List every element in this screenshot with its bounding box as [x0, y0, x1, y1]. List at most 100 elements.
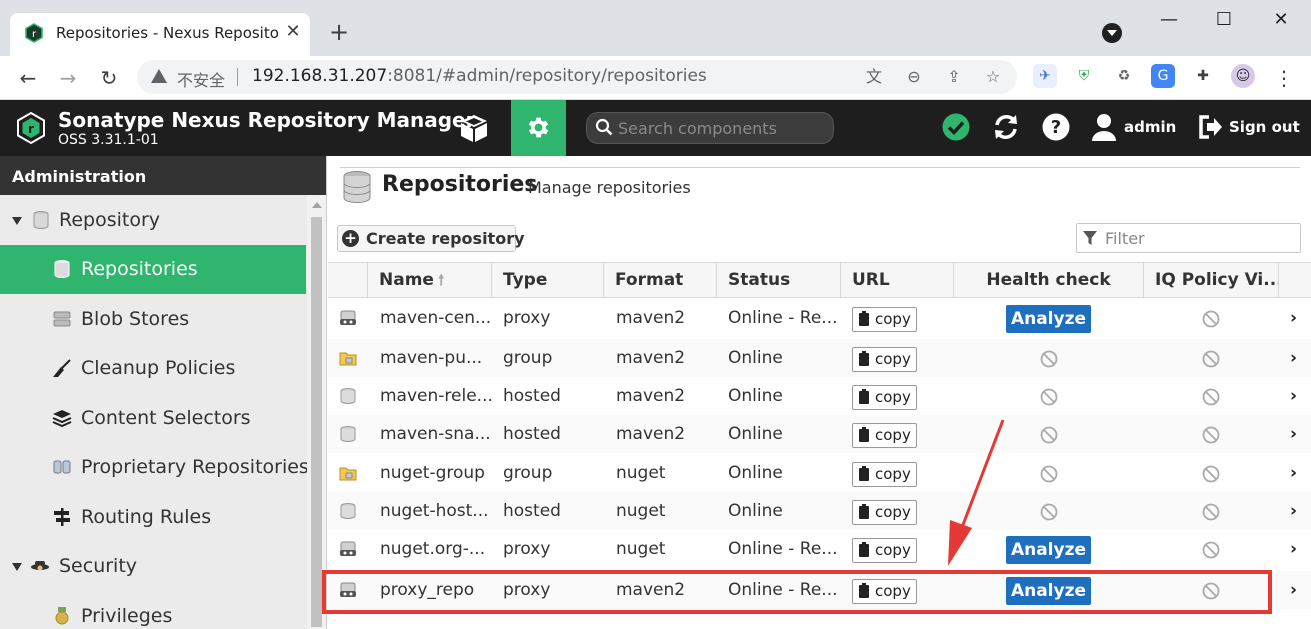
extensions-puzzle-icon[interactable]: ✚: [1191, 64, 1215, 88]
sidebar-item-cleanup-policies[interactable]: Cleanup Policies: [0, 344, 306, 393]
copy-url-button[interactable]: copy: [852, 500, 917, 525]
sidebar-item-repositories[interactable]: Repositories: [0, 245, 306, 294]
component-search-input[interactable]: Search components: [586, 112, 834, 144]
sidebar-item-label: Repository: [59, 209, 161, 231]
not-available-icon: [1202, 388, 1220, 406]
admin-gear-button[interactable]: [511, 100, 566, 156]
table-row[interactable]: maven-pu... group maven2 Online copy ›: [328, 339, 1311, 377]
share-icon[interactable]: ⇪: [943, 66, 965, 88]
tab-close-icon[interactable]: ✕: [282, 21, 304, 43]
column-header-health-check[interactable]: Health check: [954, 263, 1144, 298]
analyze-button[interactable]: Analyze: [1006, 536, 1091, 564]
copy-url-button[interactable]: copy: [852, 538, 917, 563]
scroll-up-arrow-icon[interactable]: [312, 202, 322, 208]
column-header-type[interactable]: Type: [492, 263, 604, 298]
column-header-name[interactable]: Name 🠕: [368, 263, 492, 298]
clipboard-icon: [859, 542, 869, 557]
create-repository-button[interactable]: + Create repository: [337, 225, 525, 252]
browse-cube-icon[interactable]: [455, 112, 493, 144]
filter-input[interactable]: Filter: [1076, 223, 1301, 253]
translate-icon[interactable]: 文: [863, 66, 885, 88]
warning-icon[interactable]: [151, 69, 167, 83]
address-bar[interactable]: 不安全 192.168.31.207:8081/#admin/repositor…: [137, 60, 1017, 94]
chevron-right-icon[interactable]: ›: [1290, 424, 1297, 444]
sidebar-item-proprietary-repositories[interactable]: Proprietary Repositories: [0, 443, 309, 492]
chevron-right-icon[interactable]: ›: [1290, 308, 1297, 328]
svg-text:?: ?: [1051, 117, 1061, 138]
scrollbar-thumb[interactable]: [311, 217, 322, 627]
table-row[interactable]: maven-cen... proxy maven2 Online - Re... cop…: [328, 299, 1311, 337]
repo-type: proxy: [503, 308, 551, 328]
chevron-right-icon[interactable]: ›: [1290, 348, 1297, 368]
copy-url-button[interactable]: copy: [852, 307, 917, 332]
extension-translate-icon[interactable]: G: [1151, 64, 1175, 88]
sidebar-item-content-selectors[interactable]: Content Selectors: [0, 394, 306, 443]
bookmark-star-icon[interactable]: ☆: [982, 66, 1004, 88]
expand-caret-icon[interactable]: [12, 217, 22, 225]
profile-avatar-icon[interactable]: ☺: [1231, 64, 1255, 88]
chevron-right-icon[interactable]: ›: [1290, 386, 1297, 406]
browser-menu-icon[interactable]: ⋮: [1270, 64, 1298, 92]
chevron-right-icon[interactable]: ›: [1290, 539, 1297, 559]
extension-recycle-icon[interactable]: ♻: [1112, 64, 1136, 88]
sidebar-item-routing-rules[interactable]: Routing Rules: [0, 493, 306, 542]
sidebar-item-label: Blob Stores: [81, 308, 190, 330]
table-row[interactable]: nuget-group group nuget Online copy ›: [328, 454, 1311, 492]
insecure-label[interactable]: 不安全: [177, 67, 225, 91]
column-header-status[interactable]: Status: [717, 263, 841, 298]
browser-tab[interactable]: r Repositories - Nexus Repository Manage…: [10, 13, 310, 56]
omnibox-separator: [237, 68, 238, 86]
zoom-icon[interactable]: ⊖: [903, 66, 925, 88]
table-row[interactable]: nuget.org-... proxy nuget Online - Re... cop…: [328, 530, 1311, 568]
table-row[interactable]: nuget-host... hosted nuget Online copy ›: [328, 492, 1311, 530]
copy-url-button[interactable]: copy: [852, 423, 917, 448]
chevron-right-icon[interactable]: ›: [1290, 463, 1297, 483]
sort-ascending-icon[interactable]: 🠕: [438, 271, 444, 289]
extension-bird-icon[interactable]: ✈: [1033, 64, 1057, 88]
column-header-iq-policy[interactable]: IQ Policy Vi...: [1144, 263, 1279, 298]
grid-header: Name 🠕 Type Format Status URL Health chec…: [328, 262, 1311, 298]
sidebar-section-security[interactable]: Security: [0, 542, 306, 591]
column-header-format[interactable]: Format: [604, 263, 717, 298]
new-tab-icon[interactable]: +: [326, 19, 352, 45]
window-close-icon[interactable]: ✕: [1266, 6, 1296, 34]
sidebar-item-label: Privileges: [81, 605, 173, 627]
sidebar-item-privileges[interactable]: Privileges: [0, 592, 306, 629]
repo-name: maven-cen...: [380, 308, 492, 328]
server-icon: [53, 311, 71, 327]
maximize-icon[interactable]: ☐: [1209, 6, 1239, 34]
url-host: 192.168.31.207: [252, 66, 388, 86]
sidebar-section-repository[interactable]: Repository: [0, 196, 306, 245]
sign-out-link[interactable]: Sign out: [1229, 118, 1300, 136]
expand-caret-icon[interactable]: [12, 563, 22, 571]
sidebar-scrollbar[interactable]: [307, 195, 326, 629]
url-text[interactable]: 192.168.31.207:8081/#admin/repository/re…: [252, 66, 707, 86]
analyze-button[interactable]: Analyze: [1006, 305, 1091, 333]
table-row[interactable]: maven-rele... hosted maven2 Online copy ›: [328, 377, 1311, 415]
chevron-right-icon[interactable]: ›: [1290, 501, 1297, 521]
extension-shield-icon[interactable]: ⛨: [1072, 64, 1096, 88]
system-status-check-icon[interactable]: [941, 112, 971, 142]
nexus-header: r Sonatype Nexus Repository Manager OSS …: [0, 100, 1311, 156]
help-icon[interactable]: ?: [1041, 112, 1071, 142]
user-icon[interactable]: [1090, 112, 1118, 142]
column-header-url[interactable]: URL: [841, 263, 954, 298]
copy-url-button[interactable]: copy: [852, 462, 917, 487]
highlight-box: [322, 570, 1272, 614]
user-name[interactable]: admin: [1124, 118, 1176, 136]
back-icon[interactable]: ←: [14, 64, 42, 92]
page-rule: [340, 167, 1300, 168]
reload-icon[interactable]: ↻: [95, 64, 123, 92]
refresh-icon[interactable]: [991, 112, 1021, 142]
copy-url-button[interactable]: copy: [852, 385, 917, 410]
copy-label: copy: [875, 426, 911, 444]
copy-url-button[interactable]: copy: [852, 347, 917, 372]
sign-out-icon[interactable]: [1197, 112, 1223, 142]
minimize-icon[interactable]: —: [1154, 6, 1184, 34]
table-row[interactable]: maven-sna... hosted maven2 Online copy ›: [328, 415, 1311, 453]
repo-format: nuget: [616, 501, 666, 521]
forward-icon[interactable]: →: [54, 64, 82, 92]
chevron-right-icon[interactable]: ›: [1290, 580, 1297, 600]
tab-search-icon[interactable]: [1102, 23, 1122, 43]
sidebar-item-blob-stores[interactable]: Blob Stores: [0, 295, 306, 344]
